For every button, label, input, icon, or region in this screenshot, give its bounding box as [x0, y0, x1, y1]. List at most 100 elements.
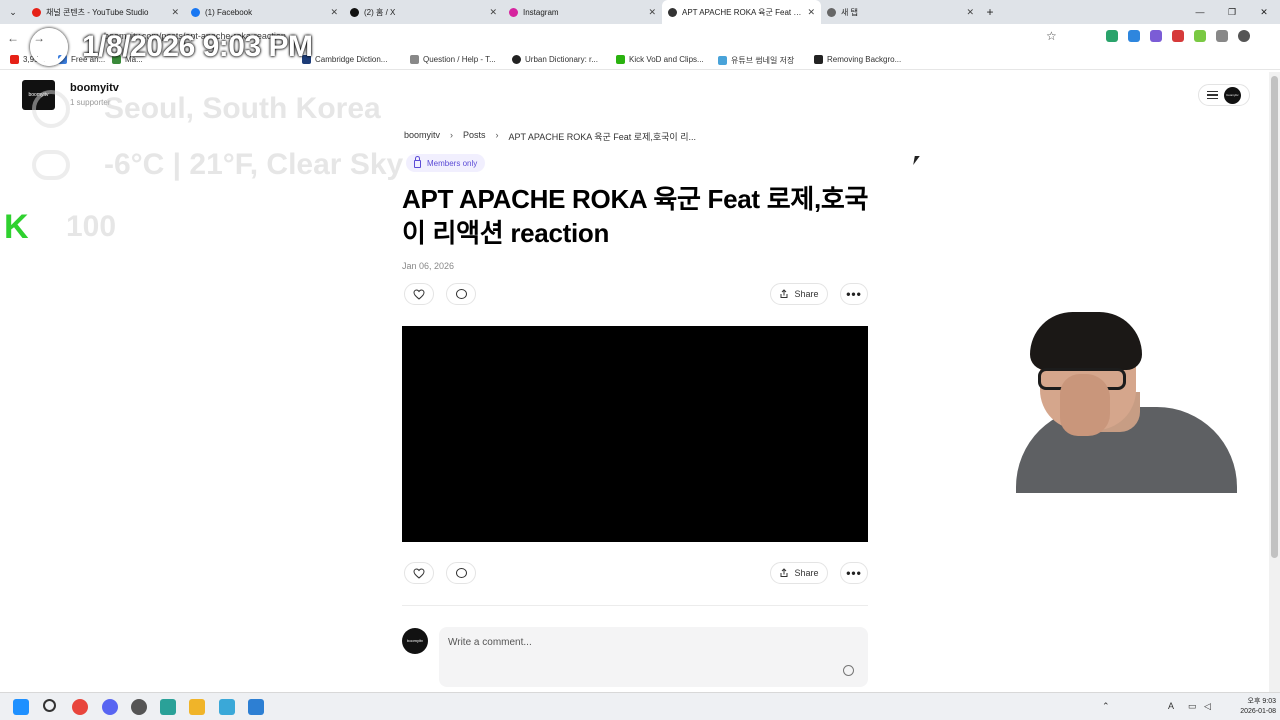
- bookmark-icon: [512, 55, 521, 64]
- chevron-right-icon: ›: [450, 130, 454, 140]
- tab-close-icon[interactable]: ✕: [489, 7, 497, 18]
- extension-icon[interactable]: [1128, 30, 1140, 42]
- bookmark-item[interactable]: Urban Dictionary: r...: [512, 55, 598, 64]
- youtube-icon: [32, 7, 41, 17]
- browser-tab[interactable]: 채널 콘텐츠 - YouTube Studio ✕: [26, 1, 185, 23]
- ime-icon[interactable]: A: [1168, 701, 1174, 711]
- bookmark-item[interactable]: Removing Backgro...: [814, 55, 901, 64]
- heart-icon: [413, 567, 425, 579]
- post-date: Jan 06, 2026: [402, 261, 455, 271]
- bookmark-icon: [10, 55, 19, 64]
- minimize-icon[interactable]: —: [1184, 0, 1216, 24]
- profile-icon[interactable]: [1238, 30, 1250, 42]
- bookmark-icon: [616, 55, 625, 64]
- comment-button[interactable]: [446, 283, 476, 305]
- app-icon[interactable]: [160, 699, 176, 715]
- post-title: APT APACHE ROKA 육군 Feat 로제,호국이 리액션 react…: [402, 184, 869, 248]
- chrome-icon[interactable]: [72, 699, 88, 715]
- page-scrollbar[interactable]: [1269, 72, 1280, 692]
- comment-input[interactable]: Write a comment...: [439, 627, 868, 687]
- more-options-button[interactable]: •••: [840, 283, 868, 305]
- x-icon: [350, 7, 359, 17]
- windows-start-icon[interactable]: [13, 699, 29, 715]
- tab-search-icon[interactable]: ⌄: [0, 7, 26, 18]
- taskbar: ⌃ A ▭ ◁ 오후 9:03 2026-01-08: [0, 692, 1280, 720]
- site-icon: [668, 7, 677, 17]
- chevron-up-icon[interactable]: ⌃: [1102, 701, 1110, 712]
- post-actions-bottom: Share •••: [402, 562, 868, 584]
- extension-icon[interactable]: [1150, 30, 1162, 42]
- like-button[interactable]: [404, 562, 434, 584]
- breadcrumb-posts[interactable]: Posts: [463, 130, 486, 143]
- stream-weather: -6°C | 21°F, Clear Sky: [32, 148, 403, 182]
- tab-close-icon[interactable]: ✕: [330, 7, 338, 18]
- app-icon[interactable]: [248, 699, 264, 715]
- facebook-icon: [191, 7, 200, 17]
- puzzle-icon[interactable]: [1216, 30, 1228, 42]
- browser-tab[interactable]: Instagram ✕: [503, 1, 662, 23]
- bookmark-item[interactable]: 유튜브 썸네일 저장: [718, 55, 794, 66]
- new-tab-button[interactable]: +: [980, 5, 1000, 19]
- tab-close-icon[interactable]: ✕: [171, 7, 179, 18]
- browser-tab-active[interactable]: APT APACHE ROKA 육군 Feat 로제,호국이 리액션 react…: [662, 0, 821, 24]
- comment-placeholder: Write a comment...: [448, 637, 532, 648]
- extension-icon[interactable]: [1194, 30, 1206, 42]
- tab-close-icon[interactable]: ✕: [966, 7, 974, 18]
- discord-icon[interactable]: [102, 699, 118, 715]
- browser-tab[interactable]: (1) Facebook ✕: [185, 1, 344, 23]
- browser-tab[interactable]: (2) 홈 / X ✕: [344, 1, 503, 23]
- tab-close-icon[interactable]: ✕: [648, 7, 656, 18]
- avatar: boomyitv: [1224, 86, 1241, 104]
- comment-button[interactable]: [446, 562, 476, 584]
- stream-datetime: 1/8/2026 9:03 PM: [30, 28, 313, 66]
- back-icon[interactable]: ←: [0, 31, 26, 45]
- share-icon: [780, 289, 788, 298]
- share-button[interactable]: Share: [770, 283, 828, 305]
- browser-tab[interactable]: 새 탭 ✕: [821, 1, 980, 23]
- bookmark-icon: [410, 55, 419, 64]
- like-button[interactable]: [404, 283, 434, 305]
- mouse-cursor: [913, 156, 920, 165]
- breadcrumb-creator[interactable]: boomyitv: [404, 130, 440, 143]
- bookmark-icon: [718, 56, 727, 65]
- app-icon[interactable]: [219, 699, 235, 715]
- bookmark-star-icon[interactable]: ☆: [1046, 29, 1057, 43]
- window-controls: — ❐ ✕: [1184, 0, 1280, 24]
- webcam-person-hand: [1060, 374, 1110, 436]
- breadcrumb: boomyitv › Posts › APT APACHE ROKA 육군 Fe…: [404, 130, 696, 143]
- tab-strip: ⌄ 채널 콘텐츠 - YouTube Studio ✕ (1) Facebook ✕…: [0, 0, 1280, 24]
- lock-icon: [414, 156, 421, 168]
- system-clock[interactable]: 오후 9:03 2026-01-08: [1240, 697, 1276, 717]
- bookmark-item[interactable]: Kick VoD and Clips...: [616, 55, 704, 64]
- stream-location: Seoul, South Korea: [32, 90, 381, 128]
- bookmark-icon: [814, 55, 823, 64]
- bookmark-item[interactable]: Question / Help - T...: [410, 55, 496, 64]
- close-icon[interactable]: ✕: [1248, 0, 1280, 24]
- extension-icon[interactable]: [1106, 30, 1118, 42]
- instagram-icon: [509, 7, 518, 17]
- scroll-thumb[interactable]: [1271, 76, 1278, 558]
- more-options-button[interactable]: •••: [840, 562, 868, 584]
- comment-icon: [455, 289, 467, 299]
- obs-icon[interactable]: [131, 699, 147, 715]
- extensions: [1106, 30, 1250, 42]
- video-player[interactable]: [402, 326, 868, 542]
- folder-icon[interactable]: [189, 699, 205, 715]
- bookmark-item[interactable]: Cambridge Diction...: [302, 55, 387, 64]
- tab-close-icon[interactable]: ✕: [807, 7, 815, 18]
- maximize-icon[interactable]: ❐: [1216, 0, 1248, 24]
- share-button[interactable]: Share: [770, 562, 828, 584]
- members-only-badge: Members only: [406, 154, 486, 172]
- post-actions-top: Share •••: [402, 283, 868, 305]
- share-icon: [780, 568, 788, 577]
- breadcrumb-current: APT APACHE ROKA 육군 Feat 로제,호국이 리...: [508, 132, 696, 142]
- cloud-icon: [32, 150, 70, 180]
- location-icon: [32, 90, 70, 128]
- emoji-icon[interactable]: [843, 665, 854, 676]
- account-menu-button[interactable]: boomyitv: [1198, 84, 1250, 106]
- volume-icon[interactable]: ◁: [1204, 701, 1211, 712]
- network-icon[interactable]: ▭: [1188, 701, 1197, 712]
- search-icon[interactable]: [43, 699, 56, 712]
- extension-icon[interactable]: [1172, 30, 1184, 42]
- webcam-feed: [1016, 312, 1237, 493]
